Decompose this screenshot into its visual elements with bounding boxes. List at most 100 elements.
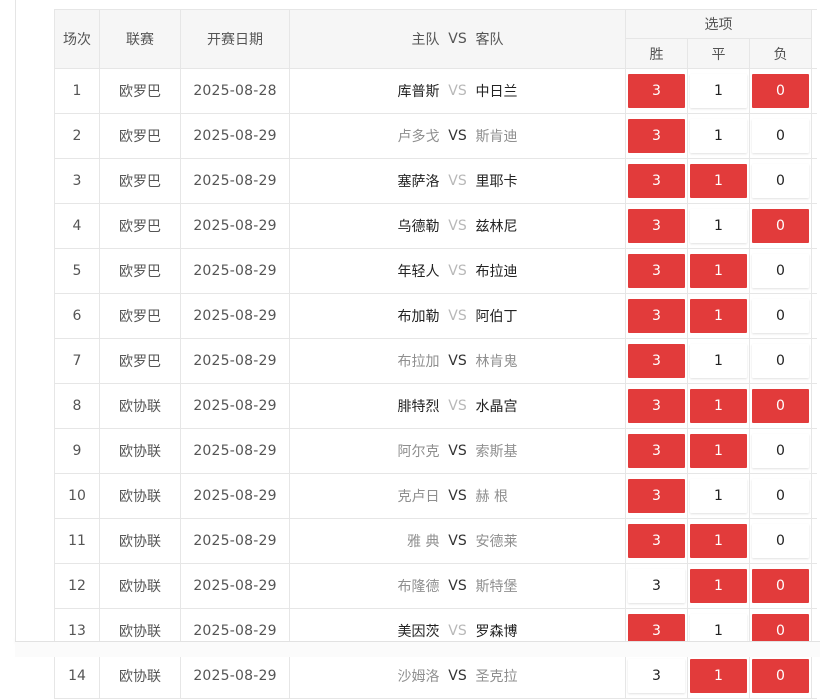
option-loss-cell: 0	[748, 653, 813, 699]
vs-label: VS	[448, 533, 467, 549]
option-draw-button[interactable]: 1	[690, 433, 747, 468]
option-draw-button[interactable]: 1	[690, 118, 747, 153]
row-tail	[811, 293, 817, 339]
row-no: 8	[54, 383, 100, 429]
option-loss-cell: 0	[748, 158, 813, 204]
away-team: 中日兰	[475, 84, 518, 100]
option-win-cell: 3	[625, 518, 688, 564]
away-team: 赫 根	[475, 489, 508, 505]
header-league: 联赛	[99, 9, 181, 69]
option-win-cell: 3	[625, 338, 688, 384]
option-loss-button[interactable]: 0	[752, 73, 810, 108]
option-draw-cell: 1	[687, 383, 750, 429]
vs-label: VS	[448, 218, 467, 234]
option-draw-button[interactable]: 1	[690, 568, 747, 603]
option-win-cell: 3	[625, 203, 688, 249]
option-loss-button[interactable]: 0	[752, 388, 810, 423]
option-loss-button[interactable]: 0	[752, 208, 810, 243]
home-team: 卢多戈	[397, 129, 440, 145]
away-team: 斯特堡	[475, 579, 518, 595]
row-tail	[811, 653, 817, 699]
option-loss-cell: 0	[748, 428, 813, 474]
option-draw-button[interactable]: 1	[690, 343, 747, 378]
row-league: 欧协联	[99, 383, 181, 429]
row-league: 欧罗巴	[99, 203, 181, 249]
row-league: 欧罗巴	[99, 293, 181, 339]
option-loss-button[interactable]: 0	[752, 478, 810, 513]
option-win-button[interactable]: 3	[628, 163, 685, 198]
option-win-button[interactable]: 3	[628, 658, 685, 693]
option-win-button[interactable]: 3	[628, 73, 685, 108]
option-draw-button[interactable]: 1	[690, 478, 747, 513]
option-draw-cell: 1	[687, 428, 750, 474]
option-win-cell: 3	[625, 383, 688, 429]
row-league: 欧罗巴	[99, 338, 181, 384]
vs-label: VS	[448, 263, 467, 279]
option-draw-cell: 1	[687, 203, 750, 249]
option-win-button[interactable]: 3	[628, 568, 685, 603]
option-win-button[interactable]: 3	[628, 478, 685, 513]
option-draw-button[interactable]: 1	[690, 163, 747, 198]
row-date: 2025-08-29	[180, 203, 290, 249]
option-draw-cell: 1	[687, 68, 750, 114]
option-win-button[interactable]: 3	[628, 118, 685, 153]
vs-label: VS	[448, 668, 467, 684]
home-team: 布隆德	[397, 579, 440, 595]
option-loss-button[interactable]: 0	[752, 118, 810, 153]
row-date: 2025-08-29	[180, 428, 290, 474]
option-loss-button[interactable]: 0	[752, 298, 810, 333]
option-draw-button[interactable]: 1	[690, 388, 747, 423]
option-draw-button[interactable]: 1	[690, 523, 747, 558]
row-league: 欧罗巴	[99, 158, 181, 204]
option-win-button[interactable]: 3	[628, 433, 685, 468]
option-draw-button[interactable]: 1	[690, 658, 747, 693]
option-draw-button[interactable]: 1	[690, 73, 747, 108]
option-win-cell: 3	[625, 68, 688, 114]
option-draw-button[interactable]: 1	[690, 208, 747, 243]
option-draw-cell: 1	[687, 653, 750, 699]
table-row: 6 欧罗巴 2025-08-29 布加勒 VS 阿伯丁 3 1 0	[54, 293, 817, 339]
option-win-button[interactable]: 3	[628, 388, 685, 423]
option-draw-button[interactable]: 1	[690, 253, 747, 288]
table-row: 7 欧罗巴 2025-08-29 布拉加 VS 林肯鬼 3 1 0	[54, 338, 817, 384]
option-win-button[interactable]: 3	[628, 523, 685, 558]
option-loss-button[interactable]: 0	[752, 163, 810, 198]
row-tail	[811, 68, 817, 114]
option-win-cell: 3	[625, 293, 688, 339]
row-no: 9	[54, 428, 100, 474]
option-loss-button[interactable]: 0	[752, 568, 810, 603]
option-loss-button[interactable]: 0	[752, 253, 810, 288]
row-league: 欧罗巴	[99, 248, 181, 294]
option-loss-button[interactable]: 0	[752, 433, 810, 468]
vs-label: VS	[448, 443, 467, 459]
row-date: 2025-08-29	[180, 338, 290, 384]
home-team: 布加勒	[397, 309, 440, 325]
option-draw-button[interactable]: 1	[690, 298, 747, 333]
option-win-button[interactable]: 3	[628, 253, 685, 288]
row-date: 2025-08-29	[180, 158, 290, 204]
option-loss-button[interactable]: 0	[752, 523, 810, 558]
row-league: 欧罗巴	[99, 113, 181, 159]
header-home: 主队	[411, 32, 440, 48]
row-match: 年轻人 VS 布拉迪	[289, 248, 626, 294]
table-row: 4 欧罗巴 2025-08-29 乌德勒 VS 兹林尼 3 1 0	[54, 203, 817, 249]
table-row: 8 欧协联 2025-08-29 腓特烈 VS 水晶宫 3 1 0	[54, 383, 817, 429]
row-match: 乌德勒 VS 兹林尼	[289, 203, 626, 249]
vs-label: VS	[448, 308, 467, 324]
option-loss-cell: 0	[748, 293, 813, 339]
option-win-button[interactable]: 3	[628, 298, 685, 333]
row-match: 阿尔克 VS 索斯基	[289, 428, 626, 474]
row-no: 1	[54, 68, 100, 114]
option-loss-cell: 0	[748, 338, 813, 384]
header-loss: 负	[748, 38, 813, 69]
option-loss-button[interactable]: 0	[752, 343, 810, 378]
row-date: 2025-08-29	[180, 518, 290, 564]
row-league: 欧协联	[99, 428, 181, 474]
header-tail	[811, 9, 817, 69]
away-team: 布拉迪	[475, 264, 518, 280]
home-team: 布拉加	[397, 354, 440, 370]
option-win-button[interactable]: 3	[628, 343, 685, 378]
row-match: 塞萨洛 VS 里耶卡	[289, 158, 626, 204]
option-win-button[interactable]: 3	[628, 208, 685, 243]
option-loss-button[interactable]: 0	[752, 658, 810, 693]
